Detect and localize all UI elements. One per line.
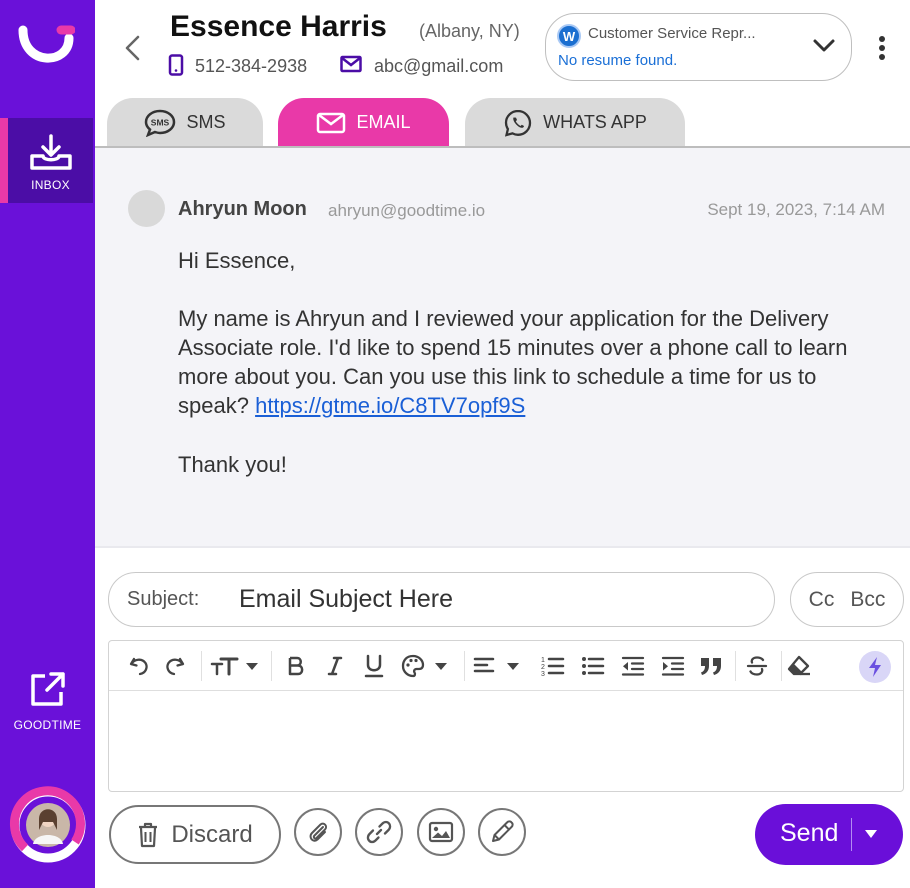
sidebar-item-goodtime[interactable]: GOODTIME — [0, 670, 95, 740]
toolbar-separator — [464, 651, 465, 681]
sidebar: INBOX GOODTIME — [0, 0, 95, 888]
email-editor[interactable]: 123 — [108, 640, 904, 792]
tab-sms[interactable]: SMS SMS — [107, 98, 263, 147]
more-options-icon[interactable] — [874, 34, 890, 62]
job-selector[interactable]: W Customer Service Repr... No resume fou… — [545, 13, 852, 81]
quote-icon[interactable] — [699, 653, 723, 679]
external-link-icon — [30, 672, 65, 706]
schedule-link[interactable]: https://gtme.io/C8TV7opf9S — [255, 393, 525, 418]
contact-location: (Albany, NY) — [419, 21, 520, 41]
signature-button[interactable] — [478, 808, 526, 856]
svg-text:2: 2 — [541, 664, 545, 671]
email-body-input[interactable] — [109, 692, 903, 791]
cc-button[interactable]: Cc — [809, 588, 835, 612]
avatar-ring-icon — [9, 786, 86, 863]
contact-email[interactable]: abc@gmail.com — [374, 56, 503, 77]
envelope-icon — [317, 112, 346, 133]
toolbar-separator — [781, 651, 782, 681]
tab-label: WHATS APP — [543, 112, 647, 132]
message-body: My name is Ahryun and I reviewed your ap… — [178, 304, 888, 420]
contact-name: Essence Harris — [170, 10, 387, 43]
tab-whatsapp[interactable]: WHATS APP — [465, 98, 685, 147]
undo-icon[interactable] — [127, 653, 151, 679]
goodtime-logo-icon[interactable] — [17, 24, 75, 64]
user-avatar[interactable] — [9, 786, 87, 864]
image-icon — [428, 821, 454, 843]
toolbar-separator — [201, 651, 202, 681]
discard-button[interactable]: Discard — [109, 805, 281, 864]
chevron-down-icon — [813, 39, 835, 52]
bullet-list-icon[interactable] — [581, 653, 605, 679]
italic-icon[interactable] — [325, 653, 345, 679]
strikethrough-icon[interactable] — [745, 653, 769, 679]
message-closing: Thank you! — [178, 452, 287, 477]
bold-icon[interactable] — [285, 653, 307, 679]
tab-label: SMS — [186, 112, 226, 132]
insert-image-button[interactable] — [417, 808, 465, 856]
link-icon — [366, 820, 392, 844]
sidebar-item-label: GOODTIME — [13, 718, 82, 732]
inbox-download-icon — [29, 134, 72, 170]
toolbar-separator — [735, 651, 736, 681]
tab-label: EMAIL — [356, 112, 411, 132]
send-label: Send — [780, 819, 839, 847]
svg-text:SMS: SMS — [151, 117, 170, 127]
tab-email[interactable]: EMAIL — [278, 98, 449, 147]
phone-icon — [168, 54, 184, 76]
redo-icon[interactable] — [163, 653, 187, 679]
send-button[interactable]: Send — [755, 804, 903, 865]
pencil-icon — [492, 820, 514, 842]
font-size-icon[interactable] — [209, 653, 263, 679]
sms-bubble-icon: SMS — [145, 109, 176, 137]
align-icon[interactable] — [473, 653, 523, 679]
whatsapp-icon — [505, 109, 532, 137]
sender-name: Ahryun Moon — [178, 198, 307, 220]
editor-toolbar: 123 — [109, 641, 903, 691]
subject-field[interactable]: Subject: Email Subject Here — [108, 572, 775, 627]
indent-icon[interactable] — [661, 653, 685, 679]
app-root: INBOX GOODTIME Essence Harris (Albany, N… — [0, 0, 910, 888]
lightning-icon[interactable] — [859, 651, 891, 683]
underline-icon[interactable] — [363, 653, 385, 679]
bcc-button[interactable]: Bcc — [850, 588, 885, 612]
sender-avatar — [128, 190, 165, 227]
svg-text:3: 3 — [541, 671, 545, 677]
back-arrow-icon[interactable] — [120, 33, 144, 63]
company-logo: W — [557, 24, 581, 48]
ordered-list-icon[interactable]: 123 — [541, 653, 565, 679]
subject-label: Subject: — [127, 588, 200, 610]
discard-label: Discard — [171, 820, 253, 848]
svg-text:1: 1 — [541, 657, 545, 664]
palette-icon[interactable] — [401, 653, 451, 679]
paperclip-icon — [309, 822, 328, 842]
subject-input[interactable]: Email Subject Here — [239, 585, 759, 614]
send-options-caret-icon[interactable] — [863, 828, 879, 840]
resume-status[interactable]: No resume found. — [558, 52, 677, 69]
send-divider — [851, 818, 852, 851]
toolbar-separator — [271, 651, 272, 681]
sender-email: ahryun@goodtime.io — [328, 201, 486, 220]
message-greeting: Hi Essence, — [178, 248, 296, 273]
attach-button[interactable] — [294, 808, 342, 856]
trash-icon — [139, 822, 158, 847]
sidebar-item-inbox[interactable]: INBOX — [0, 118, 93, 203]
mail-icon — [340, 55, 362, 73]
outdent-icon[interactable] — [621, 653, 645, 679]
message-date: Sept 19, 2023, 7:14 AM — [707, 200, 885, 219]
clear-format-icon[interactable] — [785, 653, 813, 679]
composer-divider — [95, 546, 910, 548]
job-title: Customer Service Repr... — [588, 25, 756, 42]
contact-phone[interactable]: 512-384-2938 — [195, 56, 307, 77]
insert-link-button[interactable] — [355, 808, 403, 856]
cc-bcc-toggle: Cc Bcc — [790, 572, 904, 627]
sidebar-item-label: INBOX — [31, 178, 70, 192]
